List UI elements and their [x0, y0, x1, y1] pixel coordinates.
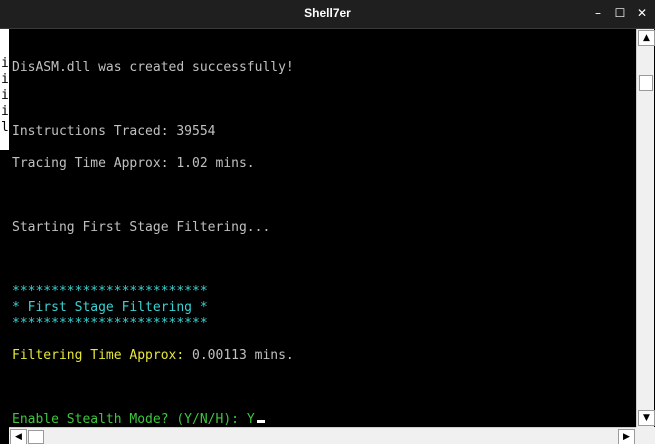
- filtering-time-label: Filtering Time Approx:: [12, 348, 185, 363]
- banner-border-bottom: *************************: [12, 316, 208, 331]
- console-line-tracing-time: Tracing Time Approx: 1.02 mins.: [12, 156, 255, 171]
- horizontal-scrollbar[interactable]: ◀ ▶: [9, 427, 636, 444]
- close-icon[interactable]: ✕: [634, 5, 650, 21]
- console-output[interactable]: DisASM.dll was created successfully! Ins…: [9, 29, 636, 427]
- vertical-scrollbar[interactable]: ▲ ▼: [636, 29, 655, 427]
- horizontal-scroll-thumb[interactable]: [28, 430, 44, 444]
- console-line-starting-filter: Starting First Stage Filtering...: [12, 220, 271, 235]
- minimize-icon[interactable]: –: [590, 5, 606, 21]
- maximize-icon[interactable]: ☐: [612, 5, 628, 21]
- scroll-left-icon[interactable]: ◀: [10, 429, 27, 444]
- scrollbar-corner: [636, 427, 655, 444]
- title-bar[interactable]: Shell7er – ☐ ✕: [0, 0, 655, 29]
- bg-char: i: [1, 56, 9, 71]
- vertical-scroll-thumb[interactable]: [639, 75, 653, 91]
- prompt-input[interactable]: Y: [247, 412, 255, 427]
- banner-title: * First Stage Filtering *: [12, 300, 208, 315]
- stealth-mode-prompt[interactable]: Enable Stealth Mode? (Y/N/H): Y: [12, 412, 265, 427]
- scroll-up-icon[interactable]: ▲: [638, 30, 655, 46]
- text-cursor: [256, 420, 265, 423]
- console-line-instructions: Instructions Traced: 39554: [12, 124, 216, 139]
- scroll-right-icon[interactable]: ▶: [618, 429, 635, 444]
- window-title: Shell7er: [304, 6, 351, 20]
- filtering-time-value: 0.00113 mins.: [184, 348, 294, 363]
- bg-char: i: [1, 72, 9, 87]
- console-line-filtering-time: Filtering Time Approx: 0.00113 mins.: [12, 348, 294, 363]
- console-window: 1 h i i i i l Shell7er – ☐ ✕ DisASM.dll …: [0, 0, 655, 444]
- console-line-created: DisASM.dll was created successfully!: [12, 60, 294, 75]
- bg-char: i: [1, 88, 9, 103]
- bg-char: i: [1, 104, 9, 119]
- prompt-text: Enable Stealth Mode? (Y/N/H):: [12, 412, 247, 427]
- scroll-down-icon[interactable]: ▼: [638, 410, 655, 426]
- bg-char: l: [1, 120, 9, 135]
- banner-border-top: *************************: [12, 284, 208, 299]
